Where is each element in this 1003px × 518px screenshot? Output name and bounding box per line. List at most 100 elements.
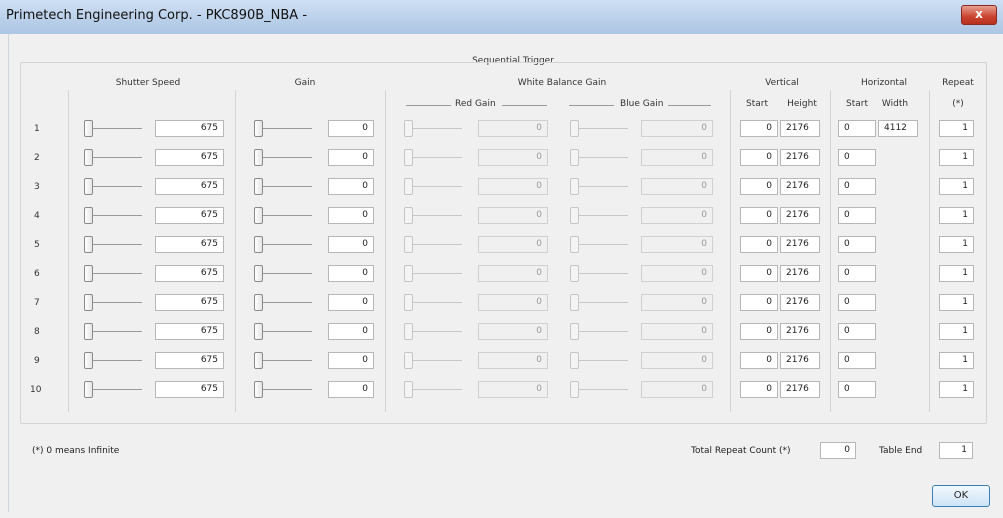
horizontal-start-field[interactable]: 0 [838,178,876,195]
gain-field[interactable]: 0 [328,149,374,166]
slider-thumb[interactable] [84,381,93,398]
shutter-speed-slider[interactable] [84,352,142,369]
shutter-speed-field[interactable]: 675 [155,178,224,195]
shutter-speed-field[interactable]: 675 [155,294,224,311]
horizontal-width-field[interactable]: 4112 [878,120,918,137]
vertical-height-field[interactable]: 2176 [780,323,820,340]
vertical-start-field[interactable]: 0 [740,265,778,282]
slider-thumb[interactable] [254,381,263,398]
vertical-start-field[interactable]: 0 [740,323,778,340]
gain-field[interactable]: 0 [328,323,374,340]
gain-field[interactable]: 0 [328,294,374,311]
vertical-start-field[interactable]: 0 [740,120,778,137]
shutter-speed-field[interactable]: 675 [155,207,224,224]
repeat-field[interactable]: 1 [939,265,974,282]
gain-slider[interactable] [254,381,312,398]
gain-slider[interactable] [254,352,312,369]
horizontal-start-field[interactable]: 0 [838,149,876,166]
slider-thumb[interactable] [84,236,93,253]
shutter-speed-slider[interactable] [84,323,142,340]
vertical-start-field[interactable]: 0 [740,352,778,369]
vertical-start-field[interactable]: 0 [740,236,778,253]
shutter-speed-slider[interactable] [84,178,142,195]
vertical-height-field[interactable]: 2176 [780,149,820,166]
shutter-speed-field[interactable]: 675 [155,236,224,253]
shutter-speed-slider[interactable] [84,265,142,282]
shutter-speed-field[interactable]: 675 [155,265,224,282]
gain-field[interactable]: 0 [328,381,374,398]
slider-thumb[interactable] [84,352,93,369]
horizontal-start-field[interactable]: 0 [838,120,876,137]
shutter-speed-slider[interactable] [84,236,142,253]
vertical-height-field[interactable]: 2176 [780,207,820,224]
shutter-speed-field[interactable]: 675 [155,352,224,369]
slider-thumb[interactable] [254,207,263,224]
gain-field[interactable]: 0 [328,352,374,369]
shutter-speed-slider[interactable] [84,381,142,398]
gain-slider[interactable] [254,207,312,224]
table-end-field[interactable]: 1 [939,442,973,459]
shutter-speed-field[interactable]: 675 [155,120,224,137]
gain-field[interactable]: 0 [328,207,374,224]
repeat-field[interactable]: 1 [939,178,974,195]
gain-slider[interactable] [254,294,312,311]
vertical-height-field[interactable]: 2176 [780,178,820,195]
slider-thumb[interactable] [254,294,263,311]
shutter-speed-field[interactable]: 675 [155,323,224,340]
slider-thumb[interactable] [84,294,93,311]
gain-field[interactable]: 0 [328,120,374,137]
horizontal-start-field[interactable]: 0 [838,265,876,282]
slider-thumb[interactable] [254,120,263,137]
horizontal-start-field[interactable]: 0 [838,381,876,398]
slider-thumb[interactable] [84,149,93,166]
gain-slider[interactable] [254,265,312,282]
slider-thumb[interactable] [254,178,263,195]
ok-button[interactable]: OK [932,485,990,507]
repeat-field[interactable]: 1 [939,381,974,398]
repeat-field[interactable]: 1 [939,352,974,369]
repeat-field[interactable]: 1 [939,294,974,311]
vertical-height-field[interactable]: 2176 [780,352,820,369]
gain-field[interactable]: 0 [328,265,374,282]
vertical-height-field[interactable]: 2176 [780,381,820,398]
vertical-height-field[interactable]: 2176 [780,120,820,137]
gain-slider[interactable] [254,323,312,340]
slider-thumb[interactable] [254,236,263,253]
vertical-start-field[interactable]: 0 [740,178,778,195]
vertical-start-field[interactable]: 0 [740,207,778,224]
shutter-speed-field[interactable]: 675 [155,149,224,166]
vertical-height-field[interactable]: 2176 [780,236,820,253]
vertical-start-field[interactable]: 0 [740,149,778,166]
slider-thumb[interactable] [254,323,263,340]
slider-thumb[interactable] [84,178,93,195]
vertical-start-field[interactable]: 0 [740,294,778,311]
horizontal-start-field[interactable]: 0 [838,236,876,253]
total-repeat-count-field[interactable]: 0 [820,442,856,459]
horizontal-start-field[interactable]: 0 [838,323,876,340]
repeat-field[interactable]: 1 [939,207,974,224]
slider-thumb[interactable] [84,323,93,340]
horizontal-start-field[interactable]: 0 [838,207,876,224]
slider-thumb[interactable] [84,207,93,224]
vertical-start-field[interactable]: 0 [740,381,778,398]
gain-field[interactable]: 0 [328,236,374,253]
repeat-field[interactable]: 1 [939,149,974,166]
repeat-field[interactable]: 1 [939,323,974,340]
repeat-field[interactable]: 1 [939,236,974,253]
repeat-field[interactable]: 1 [939,120,974,137]
slider-thumb[interactable] [84,265,93,282]
horizontal-start-field[interactable]: 0 [838,352,876,369]
shutter-speed-slider[interactable] [84,294,142,311]
gain-field[interactable]: 0 [328,178,374,195]
gain-slider[interactable] [254,236,312,253]
vertical-height-field[interactable]: 2176 [780,294,820,311]
vertical-height-field[interactable]: 2176 [780,265,820,282]
gain-slider[interactable] [254,120,312,137]
shutter-speed-slider[interactable] [84,149,142,166]
close-button[interactable]: x [961,5,997,25]
slider-thumb[interactable] [254,352,263,369]
shutter-speed-field[interactable]: 675 [155,381,224,398]
slider-thumb[interactable] [254,265,263,282]
gain-slider[interactable] [254,178,312,195]
shutter-speed-slider[interactable] [84,207,142,224]
